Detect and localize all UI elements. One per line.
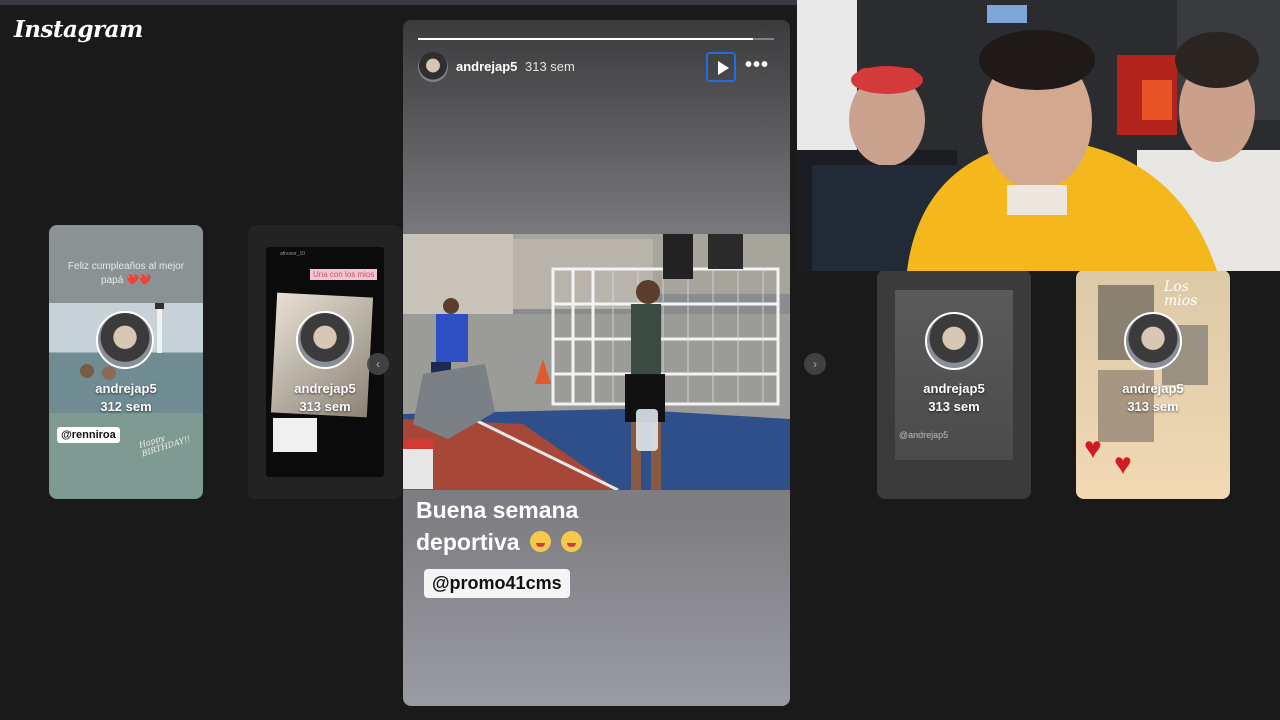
mention-sticker: @andrejap5 xyxy=(899,430,949,440)
more-options-icon[interactable]: ••• xyxy=(745,55,769,75)
story-author-avatar xyxy=(296,311,354,369)
story-caption: Feliz cumpleaños al mejor papá ❤️❤️ xyxy=(67,261,185,286)
mentions-sticker xyxy=(273,418,317,452)
zany-face-emoji-icon xyxy=(561,531,583,552)
story-text-label: Una con los mios xyxy=(310,269,378,280)
story-photo xyxy=(403,234,790,490)
court-scene xyxy=(403,234,790,490)
webcam-video xyxy=(797,0,1280,271)
story-progress-bar xyxy=(418,38,774,40)
heart-icon: ♥ xyxy=(1084,432,1102,465)
story-card-next-1[interactable]: @andrejap5 andrejap5 313 sem xyxy=(877,270,1031,499)
heart-icon: ♥ xyxy=(1114,448,1132,481)
story-time: 312 sem xyxy=(100,399,152,414)
story-username: andrejap5 xyxy=(1122,381,1184,396)
story-progress-fill xyxy=(418,38,753,40)
streamer-webcam-overlay xyxy=(797,0,1280,271)
story-author-avatar[interactable] xyxy=(418,52,448,82)
story-username: andrejap5 xyxy=(294,381,356,396)
window-top-bar xyxy=(0,0,800,5)
zany-face-emoji-icon xyxy=(529,531,551,552)
next-arrow-icon[interactable]: › xyxy=(804,353,826,375)
story-username[interactable]: andrejap5 xyxy=(456,59,517,74)
story-caption: Los mios xyxy=(1164,279,1198,309)
story-time: 313 sem xyxy=(525,59,575,74)
play-button[interactable] xyxy=(706,52,736,82)
story-time: 313 sem xyxy=(928,399,980,414)
birthday-sticker: Happy BIRTHDAY!! xyxy=(137,433,192,459)
story-author-avatar xyxy=(925,312,983,370)
story-card-next-2[interactable]: Los mios andrejap5 313 sem ♥ ♥ xyxy=(1076,270,1230,499)
story-author-avatar xyxy=(1124,312,1182,370)
active-story-viewer[interactable]: andrejap5 313 sem ••• Buena semana depor… xyxy=(403,20,790,706)
story-username: andrejap5 xyxy=(923,381,985,396)
mention-sticker: @renniroa xyxy=(57,427,120,443)
story-headline: Buena semana deportiva xyxy=(416,494,776,558)
instagram-logo[interactable]: Instagram xyxy=(14,16,143,43)
story-header-user: afnosor_10 xyxy=(280,251,306,257)
headline-line-2: deportiva xyxy=(416,529,520,555)
mention-sticker[interactable]: @promo41cms xyxy=(424,569,570,598)
story-username: andrejap5 xyxy=(95,381,157,396)
story-author-avatar xyxy=(96,311,154,369)
story-time: 313 sem xyxy=(1127,399,1179,414)
headline-line-1: Buena semana xyxy=(416,497,579,523)
prev-arrow-icon[interactable]: ‹ xyxy=(367,353,389,375)
story-time: 313 sem xyxy=(299,399,351,414)
story-card-previous-2[interactable]: Feliz cumpleaños al mejor papá ❤️❤️ andr… xyxy=(49,225,203,499)
play-icon xyxy=(718,61,729,75)
